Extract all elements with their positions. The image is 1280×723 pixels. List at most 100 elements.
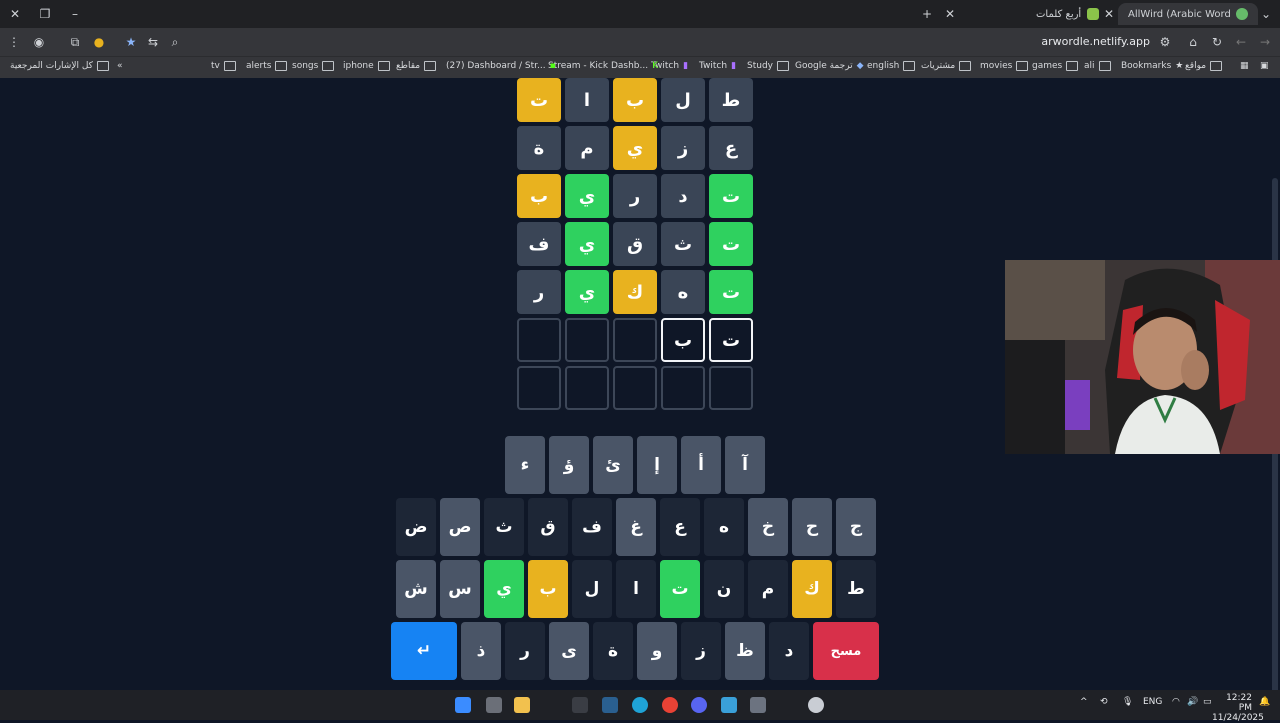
letter-key[interactable]: م <box>748 560 788 618</box>
letter-key[interactable]: ة <box>593 622 633 680</box>
letter-key[interactable]: غ <box>616 498 656 556</box>
letter-key[interactable]: ج <box>836 498 876 556</box>
close-window-icon[interactable]: ✕ <box>5 4 25 24</box>
letter-key[interactable]: ئ <box>593 436 633 494</box>
bookmark-item[interactable]: Google ترجمة ◆ <box>795 61 864 71</box>
forward-icon[interactable]: ← <box>1232 33 1250 51</box>
language-indicator[interactable]: ENG <box>1143 697 1162 707</box>
bookmark-star-icon[interactable]: ★ <box>122 33 140 51</box>
bookmark-item[interactable]: مقاطع <box>396 61 437 71</box>
letter-key[interactable]: ص <box>440 498 480 556</box>
enter-key[interactable]: ↵ <box>391 622 457 680</box>
bookmark-item[interactable]: Twitch ▮ <box>699 61 736 71</box>
bookmark-item[interactable]: Stream - Kick Dashb... K <box>548 61 658 71</box>
apps-icon[interactable]: ▦ <box>1240 61 1249 71</box>
site-settings-icon[interactable]: ⚙ <box>1156 33 1174 51</box>
notifications-icon[interactable]: 🔔 <box>1259 697 1270 707</box>
bookmark-item[interactable]: english <box>867 61 916 71</box>
letter-key[interactable]: ظ <box>725 622 765 680</box>
letter-key[interactable]: ك <box>792 560 832 618</box>
zoom-icon[interactable]: ⌕ <box>166 33 184 51</box>
bookmark-item[interactable]: Bookmarks ★ <box>1121 61 1183 71</box>
tray-chevron-icon[interactable]: ^ <box>1080 697 1088 707</box>
tab-inactive[interactable]: أربع كلمات <box>1036 3 1100 25</box>
bookmark-item[interactable]: iphone <box>343 61 390 71</box>
app-icon[interactable] <box>721 697 737 713</box>
tab-search-icon[interactable]: ⌄ <box>1256 4 1276 24</box>
file-explorer-icon[interactable] <box>514 697 530 713</box>
minimize-window-icon[interactable]: – <box>65 4 85 24</box>
letter-key[interactable]: خ <box>748 498 788 556</box>
letter-key[interactable]: ث <box>484 498 524 556</box>
obs-icon[interactable] <box>808 697 824 713</box>
tab-close-icon[interactable]: ✕ <box>940 4 960 24</box>
letter-key[interactable]: ق <box>528 498 568 556</box>
start-icon[interactable] <box>455 697 471 713</box>
restore-window-icon[interactable]: ❐ <box>35 4 55 24</box>
new-tab-icon[interactable]: + <box>917 4 937 24</box>
back-icon[interactable]: → <box>1256 33 1274 51</box>
reading-list-icon[interactable]: ▣ <box>1260 61 1269 71</box>
letter-key[interactable]: ح <box>792 498 832 556</box>
chrome-icon[interactable] <box>662 697 678 713</box>
letter-key[interactable]: أ <box>681 436 721 494</box>
letter-key[interactable]: ن <box>704 560 744 618</box>
bookmark-item[interactable]: movies <box>980 61 1029 71</box>
bookmark-item[interactable]: alerts <box>246 61 288 71</box>
clock[interactable]: 12:22 PM 11/24/2025 <box>1212 693 1264 723</box>
tab-active[interactable]: AllWird (Arabic Wordle) - الورد <box>1118 3 1258 25</box>
battery-icon[interactable]: ▭ <box>1203 697 1212 707</box>
letter-key[interactable]: ه <box>704 498 744 556</box>
wifi-icon[interactable]: ◠ <box>1172 697 1180 707</box>
tray-app-icon[interactable]: ⟲ <box>1100 697 1108 707</box>
share-icon[interactable]: ⇆ <box>144 33 162 51</box>
bookmark-item[interactable]: Study <box>747 61 789 71</box>
app-icon[interactable] <box>572 697 588 713</box>
more-bookmarks-icon[interactable]: « <box>117 61 123 71</box>
letter-key[interactable]: إ <box>637 436 677 494</box>
letter-key[interactable]: ذ <box>461 622 501 680</box>
letter-key[interactable]: آ <box>725 436 765 494</box>
letter-key[interactable]: ء <box>505 436 545 494</box>
letter-key[interactable]: ؤ <box>549 436 589 494</box>
bookmark-item[interactable]: كل الإشارات المرجعية <box>10 61 109 71</box>
edge-icon[interactable] <box>632 697 648 713</box>
task-view-icon[interactable] <box>486 697 502 713</box>
letter-key[interactable]: ل <box>572 560 612 618</box>
letter-key[interactable]: ر <box>505 622 545 680</box>
discord-icon[interactable] <box>691 697 707 713</box>
extensions-icon[interactable]: ⧉ <box>66 33 84 51</box>
delete-key[interactable]: مسح <box>813 622 879 680</box>
volume-icon[interactable]: 🔊 <box>1187 697 1198 707</box>
letter-key[interactable]: ز <box>681 622 721 680</box>
letter-key[interactable]: ت <box>660 560 700 618</box>
letter-key[interactable]: س <box>440 560 480 618</box>
steam-icon[interactable] <box>602 697 618 713</box>
letter-key[interactable]: ب <box>528 560 568 618</box>
letter-key[interactable]: ط <box>836 560 876 618</box>
letter-key[interactable]: ي <box>484 560 524 618</box>
bookmark-item[interactable]: songs <box>292 61 335 71</box>
extension-icon[interactable]: ● <box>90 33 108 51</box>
letter-key[interactable]: ض <box>396 498 436 556</box>
url-text[interactable]: arwordle.netlify.app <box>1041 35 1150 48</box>
letter-key[interactable]: د <box>769 622 809 680</box>
home-icon[interactable]: ⌂ <box>1184 33 1202 51</box>
bookmark-item[interactable]: ali <box>1084 61 1111 71</box>
letter-key[interactable]: ش <box>396 560 436 618</box>
menu-dots-icon[interactable]: ⋮ <box>5 33 23 51</box>
profile-icon[interactable]: ◉ <box>30 33 48 51</box>
bookmark-item[interactable]: مشتريات <box>921 61 972 71</box>
bookmark-item[interactable]: مواقع <box>1185 61 1223 71</box>
tab-close-icon[interactable]: ✕ <box>1099 4 1119 24</box>
bookmark-item[interactable]: (27) Dashboard / Str... ▪ <box>446 61 556 71</box>
letter-key[interactable]: ع <box>660 498 700 556</box>
bookmark-item[interactable]: tv <box>211 61 236 71</box>
letter-key[interactable]: ى <box>549 622 589 680</box>
microphone-icon[interactable]: 🎙 <box>1122 697 1133 707</box>
letter-key[interactable]: ف <box>572 498 612 556</box>
letter-key[interactable]: ا <box>616 560 656 618</box>
letter-key[interactable]: و <box>637 622 677 680</box>
bookmark-item[interactable]: games <box>1032 61 1079 71</box>
reload-icon[interactable]: ↻ <box>1208 33 1226 51</box>
